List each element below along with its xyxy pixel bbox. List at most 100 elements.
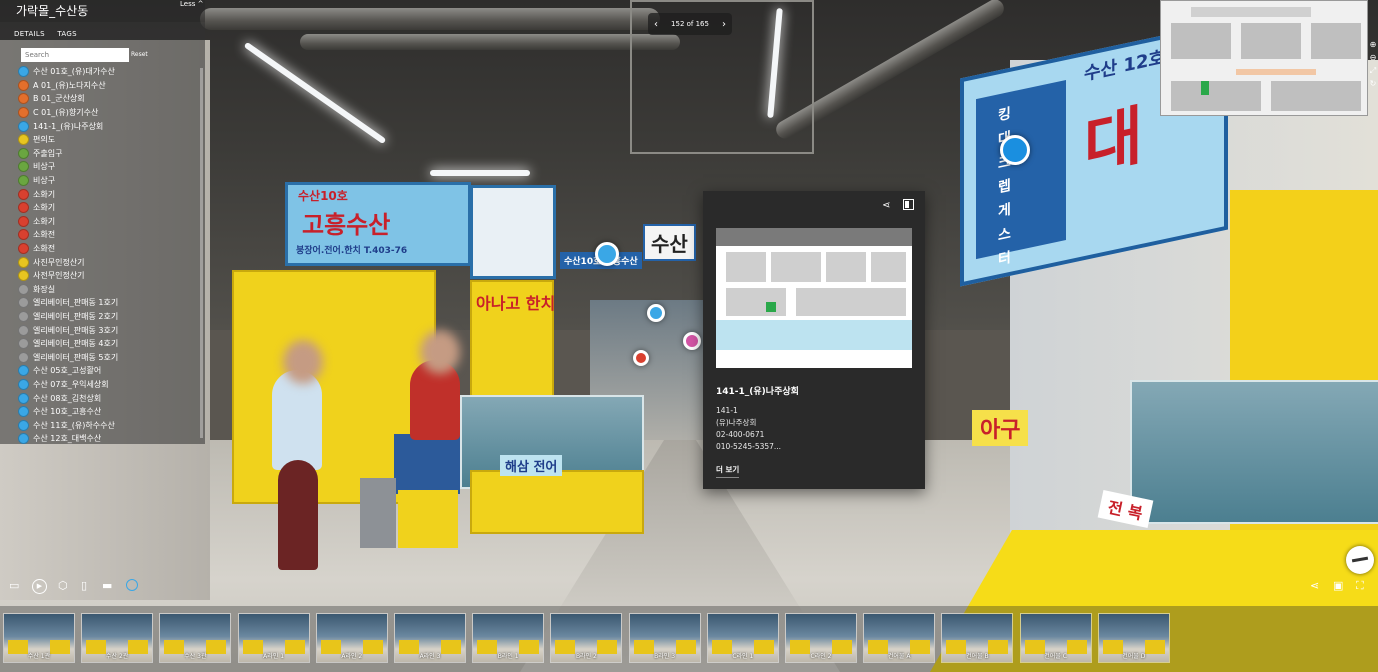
tag-list-item[interactable]: B 01_군산상회 bbox=[18, 92, 198, 106]
highlight-thumbnail[interactable]: A라인 2 bbox=[315, 613, 388, 663]
share-icon[interactable]: ⋖ bbox=[1310, 579, 1319, 592]
tag-list-item[interactable]: A 01_(유)노다지수산 bbox=[18, 79, 198, 93]
highlight-thumbnail[interactable]: 수산 1관 bbox=[3, 613, 75, 663]
tag-list-item[interactable]: 수산 08호_김천상회 bbox=[18, 391, 198, 405]
tag-color-icon bbox=[18, 419, 29, 431]
tag-list-item[interactable]: 소화기 bbox=[18, 187, 198, 201]
minimap[interactable] bbox=[1160, 0, 1368, 116]
thumbnail-label: B라인 2 bbox=[575, 653, 597, 660]
floorplan-image[interactable] bbox=[716, 228, 912, 368]
tag-list-item[interactable]: 소화전 bbox=[18, 228, 198, 242]
highlight-thumbnail[interactable]: 건어물 D bbox=[1097, 613, 1170, 663]
highlight-thumbnail[interactable]: 수산 3관 bbox=[159, 613, 232, 663]
tag-list-item[interactable]: 엘리베이터_판매동 1호기 bbox=[18, 296, 198, 310]
ruler-icon[interactable]: ▬ bbox=[102, 579, 112, 592]
highlight-thumbnail[interactable]: 건어물 A bbox=[863, 613, 936, 663]
less-toggle[interactable]: Less ^ bbox=[180, 0, 203, 8]
tag-color-icon bbox=[18, 392, 29, 404]
highlight-thumbnail[interactable]: A라인 1 bbox=[237, 613, 310, 663]
tag-icon[interactable] bbox=[126, 579, 138, 591]
zoom-out-icon[interactable]: ⊖ bbox=[1368, 51, 1378, 64]
share-icon[interactable]: ⋖ bbox=[882, 200, 890, 211]
tag-list-item[interactable]: 소화기 bbox=[18, 215, 198, 229]
tag-list-item-label: 소화기 bbox=[33, 216, 56, 226]
zoom-in-icon[interactable]: ⊕ bbox=[1368, 38, 1378, 51]
next-sweep-button[interactable]: › bbox=[722, 19, 726, 30]
measure-icon[interactable]: ▯ bbox=[81, 579, 87, 592]
highlight-thumbnail[interactable]: B라인 3 bbox=[628, 613, 701, 663]
tag-list-item[interactable]: 수산 10호_고흥수산 bbox=[18, 405, 198, 419]
dollhouse-icon[interactable]: ⬡ bbox=[58, 579, 68, 592]
tag-list-item[interactable]: 소화전 bbox=[18, 242, 198, 256]
floorplan-block bbox=[771, 252, 821, 282]
floorplan-block bbox=[726, 288, 786, 316]
tag-list-item[interactable]: 수산 11호_(유)하수수산 bbox=[18, 418, 198, 432]
rotate-map-icon[interactable]: ↻ bbox=[1368, 77, 1378, 90]
highlight-thumbnail[interactable]: B라인 1 bbox=[472, 613, 545, 663]
tag-list-item[interactable]: 엘리베이터_판매동 5호기 bbox=[18, 350, 198, 364]
search-input[interactable] bbox=[21, 48, 129, 62]
highlight-thumbnail[interactable]: A라인 3 bbox=[394, 613, 466, 663]
tag-list-item[interactable]: 사진무인정산기 bbox=[18, 255, 198, 269]
tag-list: 수산 01호_(유)대가수산 A 01_(유)노다지수산 B 01_군산상회 C 01… bbox=[18, 65, 198, 446]
highlight-thumbnail[interactable]: C라인 1 bbox=[706, 613, 779, 663]
hotspot-marker[interactable] bbox=[633, 350, 649, 366]
tag-list-item[interactable]: 소화기 bbox=[18, 201, 198, 215]
tag-list-scrollbar[interactable] bbox=[200, 68, 203, 438]
tab-details[interactable]: DETAILS bbox=[14, 30, 45, 38]
fullscreen-icon[interactable]: ⛶ bbox=[1356, 579, 1364, 593]
thumbnail-label: A라인 2 bbox=[341, 653, 363, 660]
tag-list-item-label: 수산 08호_김천상회 bbox=[33, 393, 102, 403]
tag-list-item[interactable]: 사전무인정산기 bbox=[18, 269, 198, 283]
expand-map-icon[interactable]: ⤢ bbox=[1368, 64, 1378, 77]
tag-list-item-label: 주출입구 bbox=[33, 148, 63, 158]
tag-list-item[interactable]: 화장실 bbox=[18, 283, 198, 297]
tag-list-item[interactable]: 수산 07호_우익세상회 bbox=[18, 378, 198, 392]
highlight-thumbnail[interactable]: B라인 2 bbox=[550, 613, 623, 663]
expand-icon[interactable] bbox=[903, 199, 914, 210]
tag-list-item-label: 엘리베이터_판매동 4호기 bbox=[33, 339, 119, 349]
person-shopper-legs bbox=[278, 460, 318, 570]
tag-color-icon bbox=[18, 351, 29, 363]
hotspot-marker[interactable] bbox=[647, 304, 665, 322]
tag-color-icon bbox=[18, 270, 29, 282]
tag-list-item[interactable]: C 01_(유)향기수산 bbox=[18, 106, 198, 120]
store-sign-big-char: 대 bbox=[1084, 97, 1143, 186]
floorplan-icon[interactable]: ▭ bbox=[9, 579, 19, 592]
tag-list-item[interactable]: 비상구 bbox=[18, 174, 198, 188]
tag-list-item[interactable]: 엘리베이터_판매동 4호기 bbox=[18, 337, 198, 351]
tag-list-item[interactable]: 비상구 bbox=[18, 160, 198, 174]
tag-list-item[interactable]: 엘리베이터_판매동 2호기 bbox=[18, 310, 198, 324]
ceiling-pipe bbox=[200, 8, 660, 30]
tag-list-item[interactable]: 편의도 bbox=[18, 133, 198, 147]
minimap-block bbox=[1171, 23, 1231, 59]
tag-list-item[interactable]: 수산 05호_고성활어 bbox=[18, 364, 198, 378]
tag-list-item-label: B 01_군산상회 bbox=[33, 94, 85, 104]
tag-list-item[interactable]: 수산 12호_대백수산 bbox=[18, 432, 198, 446]
tag-list-item-label: 엘리베이터_판매동 3호기 bbox=[33, 325, 119, 335]
reset-button[interactable]: Reset bbox=[131, 51, 148, 58]
store-sign-left: 수산10호 고흥수산 붕장어.전어.한치 T.403-76 bbox=[285, 182, 471, 266]
highlight-thumbnail[interactable]: C라인 2 bbox=[785, 613, 857, 663]
minimap-block bbox=[1311, 23, 1361, 59]
tag-color-icon bbox=[18, 229, 29, 241]
tag-list-item-label: 수산 01호_(유)대가수산 bbox=[33, 67, 115, 77]
tag-color-icon bbox=[18, 175, 29, 187]
hotspot-marker[interactable] bbox=[683, 332, 701, 350]
more-link[interactable]: 더 보기 bbox=[716, 464, 740, 478]
compass-icon[interactable] bbox=[1346, 546, 1374, 574]
tag-list-item[interactable]: 주출입구 bbox=[18, 147, 198, 161]
tag-list-item[interactable]: 수산 01호_(유)대가수산 bbox=[18, 65, 198, 79]
vr-icon[interactable]: ▣ bbox=[1333, 579, 1343, 592]
prev-sweep-button[interactable]: ‹ bbox=[654, 19, 658, 30]
hotspot-marker[interactable] bbox=[595, 242, 619, 266]
tab-tags[interactable]: TAGS bbox=[57, 30, 76, 38]
play-icon[interactable]: ▶ bbox=[32, 579, 47, 594]
tag-list-item[interactable]: 141-1_(유)나주상회 bbox=[18, 119, 198, 133]
hotspot-marker[interactable] bbox=[1000, 135, 1030, 165]
tag-list-item[interactable]: 엘리베이터_판매동 3호기 bbox=[18, 323, 198, 337]
highlight-thumbnail[interactable]: 수산 2관 bbox=[81, 613, 154, 663]
highlight-thumbnail[interactable]: 건어물 C bbox=[1019, 613, 1092, 663]
tag-detail-line: 010-5245-5357... bbox=[716, 442, 782, 451]
highlight-thumbnail[interactable]: 건어물 B bbox=[941, 613, 1014, 663]
